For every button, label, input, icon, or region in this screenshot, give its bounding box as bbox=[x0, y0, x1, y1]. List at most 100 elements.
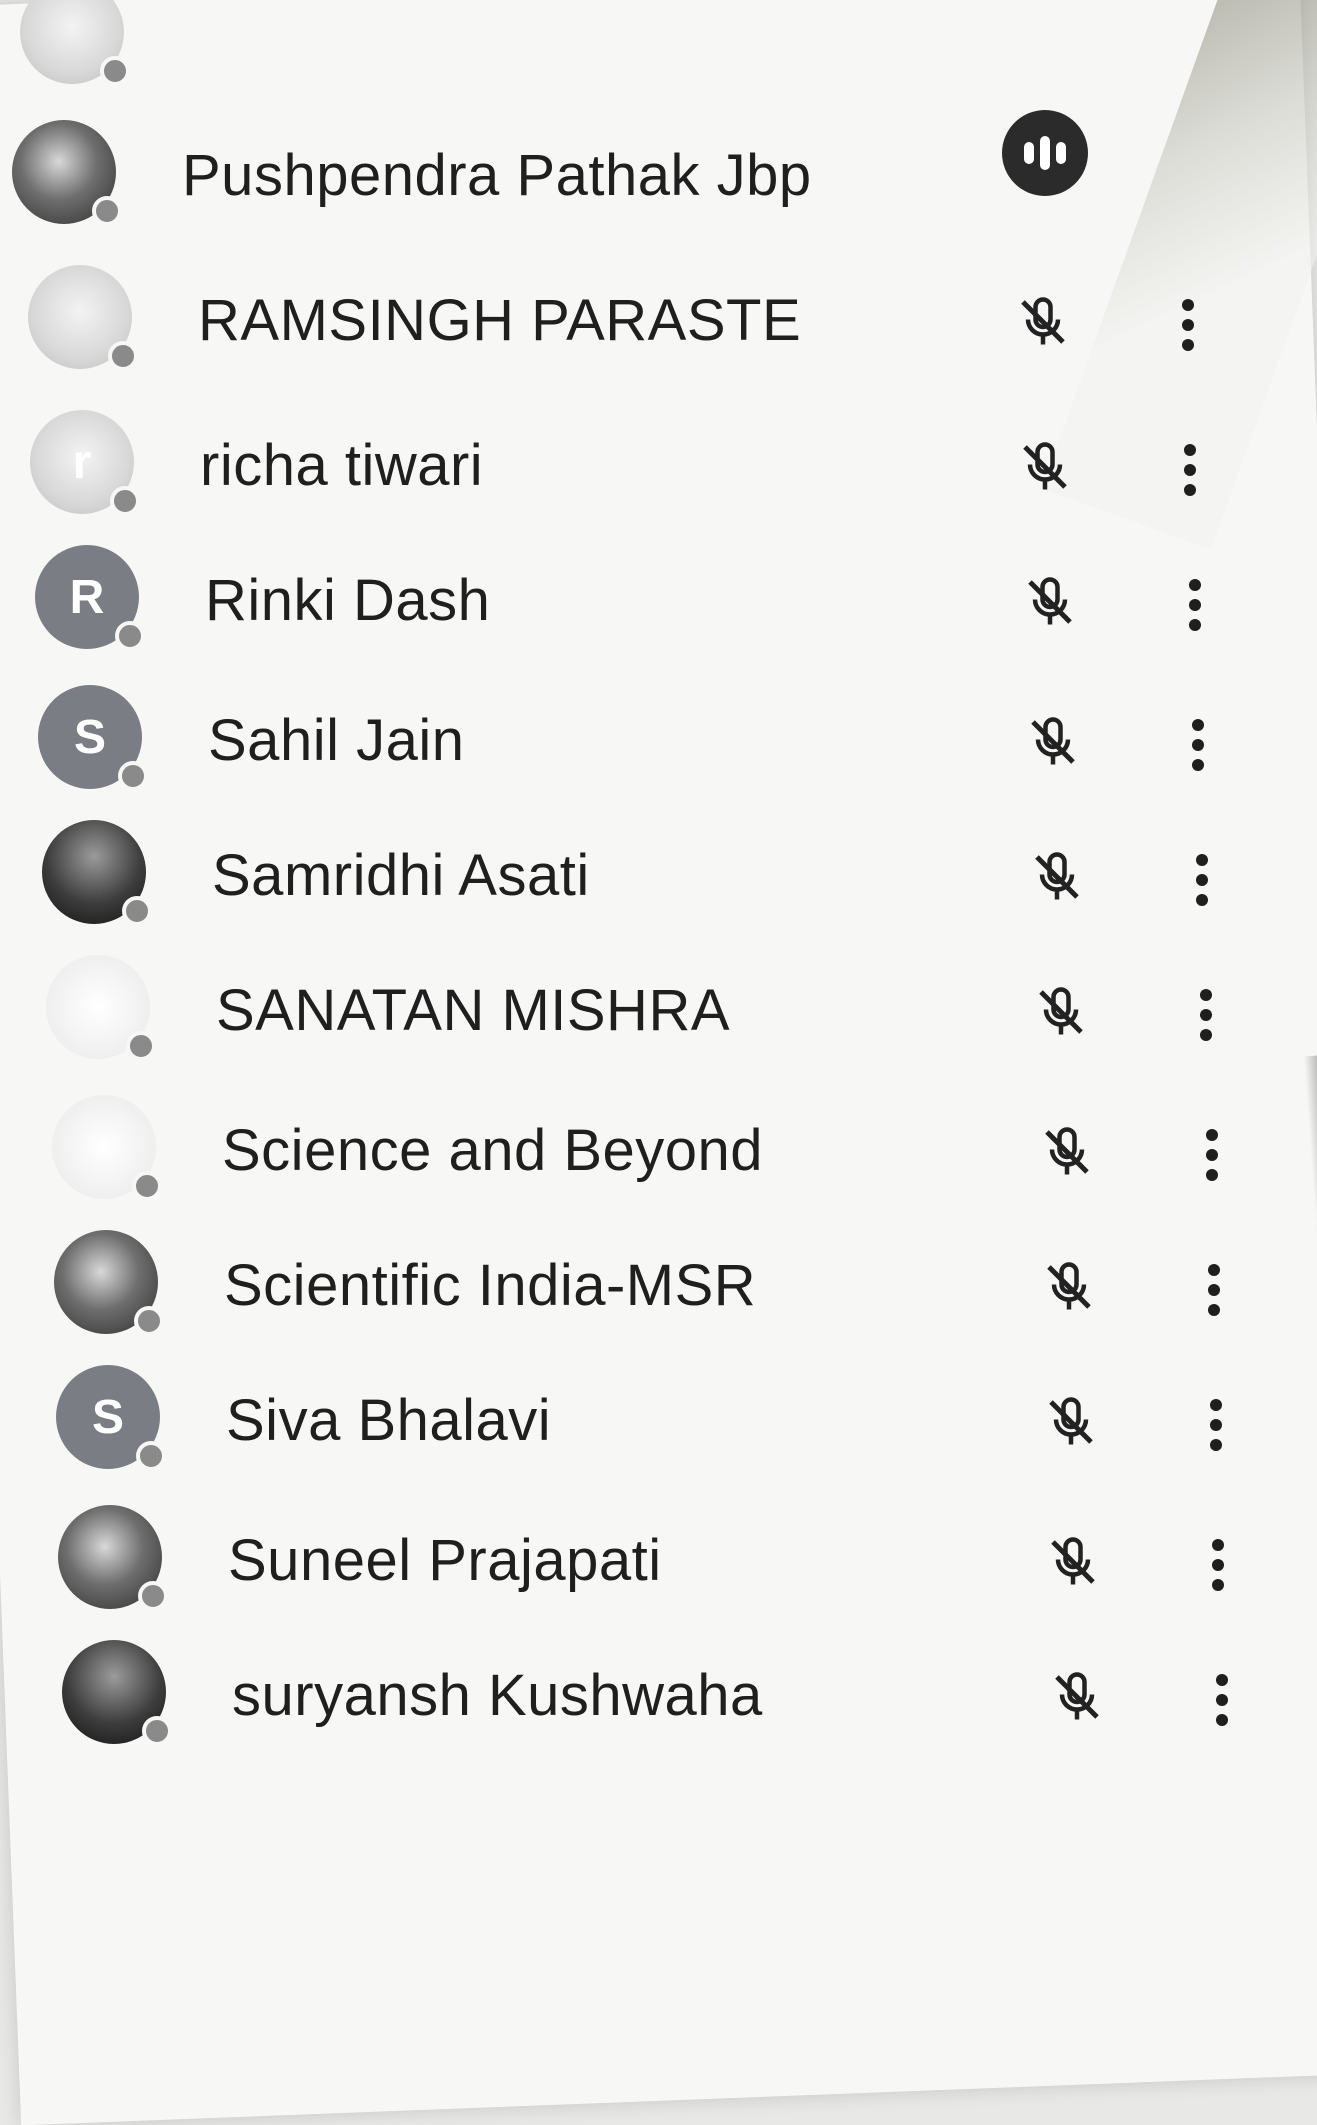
mic-off-icon bbox=[1034, 1252, 1104, 1322]
participant-row[interactable]: r richa tiwari bbox=[30, 390, 1280, 540]
participant-name: Siva Bhalavi bbox=[226, 1388, 552, 1453]
audio-level-bar bbox=[1040, 136, 1050, 170]
more-dot bbox=[1216, 1674, 1228, 1686]
mic-off-icon bbox=[1015, 567, 1085, 637]
participant-row[interactable]: Prashant Uelot bbox=[20, 0, 1270, 110]
mic-off-icon bbox=[1042, 1662, 1112, 1732]
avatar-letter: S bbox=[73, 710, 106, 764]
participant-row[interactable]: suryansh Kushwaha bbox=[62, 1620, 1312, 1770]
more-vertical-icon[interactable] bbox=[1182, 840, 1222, 920]
more-vertical-icon[interactable] bbox=[1192, 1115, 1232, 1195]
more-dot bbox=[1212, 1559, 1224, 1571]
more-dot bbox=[1189, 599, 1201, 611]
mic-off-icon bbox=[1008, 287, 1078, 357]
more-dot bbox=[1216, 1714, 1228, 1726]
avatar-letter: R bbox=[69, 570, 105, 624]
presence-dot bbox=[126, 1031, 156, 1061]
more-dot bbox=[1210, 1399, 1222, 1411]
presence-dot bbox=[100, 56, 130, 86]
avatar-letter: r bbox=[72, 435, 92, 489]
participant-row[interactable]: SANATAN MISHRA bbox=[46, 935, 1296, 1085]
more-dot bbox=[1184, 484, 1196, 496]
participant-row[interactable]: Pushpendra Pathak Jbp bbox=[12, 100, 1262, 250]
participant-name: richa tiwari bbox=[200, 433, 484, 498]
more-vertical-icon[interactable] bbox=[1196, 1385, 1236, 1465]
more-vertical-icon[interactable] bbox=[1198, 1525, 1238, 1605]
participant-name: Samridhi Asati bbox=[212, 843, 590, 908]
participant-name: suryansh Kushwaha bbox=[232, 1663, 763, 1728]
avatar-letter: S bbox=[91, 1390, 124, 1444]
participant-name: RAMSINGH PARASTE bbox=[198, 288, 802, 353]
more-dot bbox=[1208, 1284, 1220, 1296]
participant-row[interactable]: S Sahil Jain bbox=[38, 665, 1288, 815]
audio-level-icon bbox=[1002, 110, 1088, 196]
audio-level-bar bbox=[1024, 142, 1034, 164]
mic-off-icon bbox=[1010, 432, 1080, 502]
mic-off-icon bbox=[1036, 1387, 1106, 1457]
more-dot bbox=[1184, 464, 1196, 476]
more-dot bbox=[1189, 619, 1201, 631]
more-dot bbox=[1196, 894, 1208, 906]
more-dot bbox=[1196, 854, 1208, 866]
more-dot bbox=[1208, 1304, 1220, 1316]
participant-name: Science and Beyond bbox=[222, 1118, 764, 1183]
mic-off-icon bbox=[1026, 977, 1096, 1047]
more-dot bbox=[1192, 719, 1204, 731]
participant-row[interactable]: Scientific India-MSR bbox=[54, 1210, 1304, 1360]
mic-off-icon bbox=[1018, 707, 1088, 777]
mic-off-icon bbox=[1022, 842, 1092, 912]
presence-dot bbox=[118, 761, 148, 791]
more-dot bbox=[1212, 1579, 1224, 1591]
presence-dot bbox=[92, 196, 122, 226]
more-dot bbox=[1212, 1539, 1224, 1551]
more-vertical-icon[interactable] bbox=[1178, 705, 1218, 785]
presence-dot bbox=[136, 1441, 166, 1471]
presence-dot bbox=[110, 486, 140, 516]
presence-dot bbox=[134, 1306, 164, 1336]
presence-dot bbox=[108, 341, 138, 371]
participant-row[interactable]: RAMSINGH PARASTE bbox=[28, 245, 1278, 395]
more-dot bbox=[1182, 299, 1194, 311]
more-dot bbox=[1210, 1439, 1222, 1451]
participant-name: Scientific India-MSR bbox=[224, 1253, 757, 1318]
more-vertical-icon[interactable] bbox=[1168, 285, 1208, 365]
participants-list: Prashant Uelot Pushpendra Pathak Jbp RAMSI… bbox=[0, 0, 1317, 2055]
presence-dot bbox=[122, 896, 152, 926]
mic-off-icon bbox=[1032, 1117, 1102, 1187]
more-dot bbox=[1196, 874, 1208, 886]
more-dot bbox=[1216, 1694, 1228, 1706]
more-dot bbox=[1182, 339, 1194, 351]
participant-row[interactable]: R Rinki Dash bbox=[35, 525, 1285, 675]
more-dot bbox=[1206, 1169, 1218, 1181]
more-dot bbox=[1182, 319, 1194, 331]
more-vertical-icon[interactable] bbox=[1175, 565, 1215, 645]
presence-dot bbox=[138, 1581, 168, 1611]
more-vertical-icon[interactable] bbox=[1202, 1660, 1242, 1740]
more-dot bbox=[1206, 1129, 1218, 1141]
more-vertical-icon[interactable] bbox=[1170, 430, 1210, 510]
participant-row[interactable]: Samridhi Asati bbox=[42, 800, 1292, 950]
more-vertical-icon[interactable] bbox=[1186, 975, 1226, 1055]
participant-row[interactable]: Science and Beyond bbox=[52, 1075, 1302, 1225]
participant-row[interactable]: S Siva Bhalavi bbox=[56, 1345, 1306, 1495]
more-dot bbox=[1208, 1264, 1220, 1276]
more-dot bbox=[1184, 444, 1196, 456]
more-dot bbox=[1200, 1009, 1212, 1021]
more-dot bbox=[1200, 1029, 1212, 1041]
more-dot bbox=[1189, 579, 1201, 591]
mic-off-icon bbox=[1038, 1527, 1108, 1597]
more-vertical-icon[interactable] bbox=[1194, 1250, 1234, 1330]
participant-name: Suneel Prajapati bbox=[228, 1528, 662, 1593]
participant-name: Pushpendra Pathak Jbp bbox=[182, 143, 812, 208]
participant-name: Sahil Jain bbox=[208, 708, 465, 773]
more-dot bbox=[1206, 1149, 1218, 1161]
participant-name: Rinki Dash bbox=[205, 568, 491, 633]
presence-dot bbox=[115, 621, 145, 651]
presence-dot bbox=[142, 1716, 172, 1746]
more-dot bbox=[1210, 1419, 1222, 1431]
more-dot bbox=[1200, 989, 1212, 1001]
participant-row[interactable]: Suneel Prajapati bbox=[58, 1485, 1308, 1635]
more-dot bbox=[1192, 739, 1204, 751]
audio-level-bar bbox=[1056, 142, 1066, 164]
more-dot bbox=[1192, 759, 1204, 771]
